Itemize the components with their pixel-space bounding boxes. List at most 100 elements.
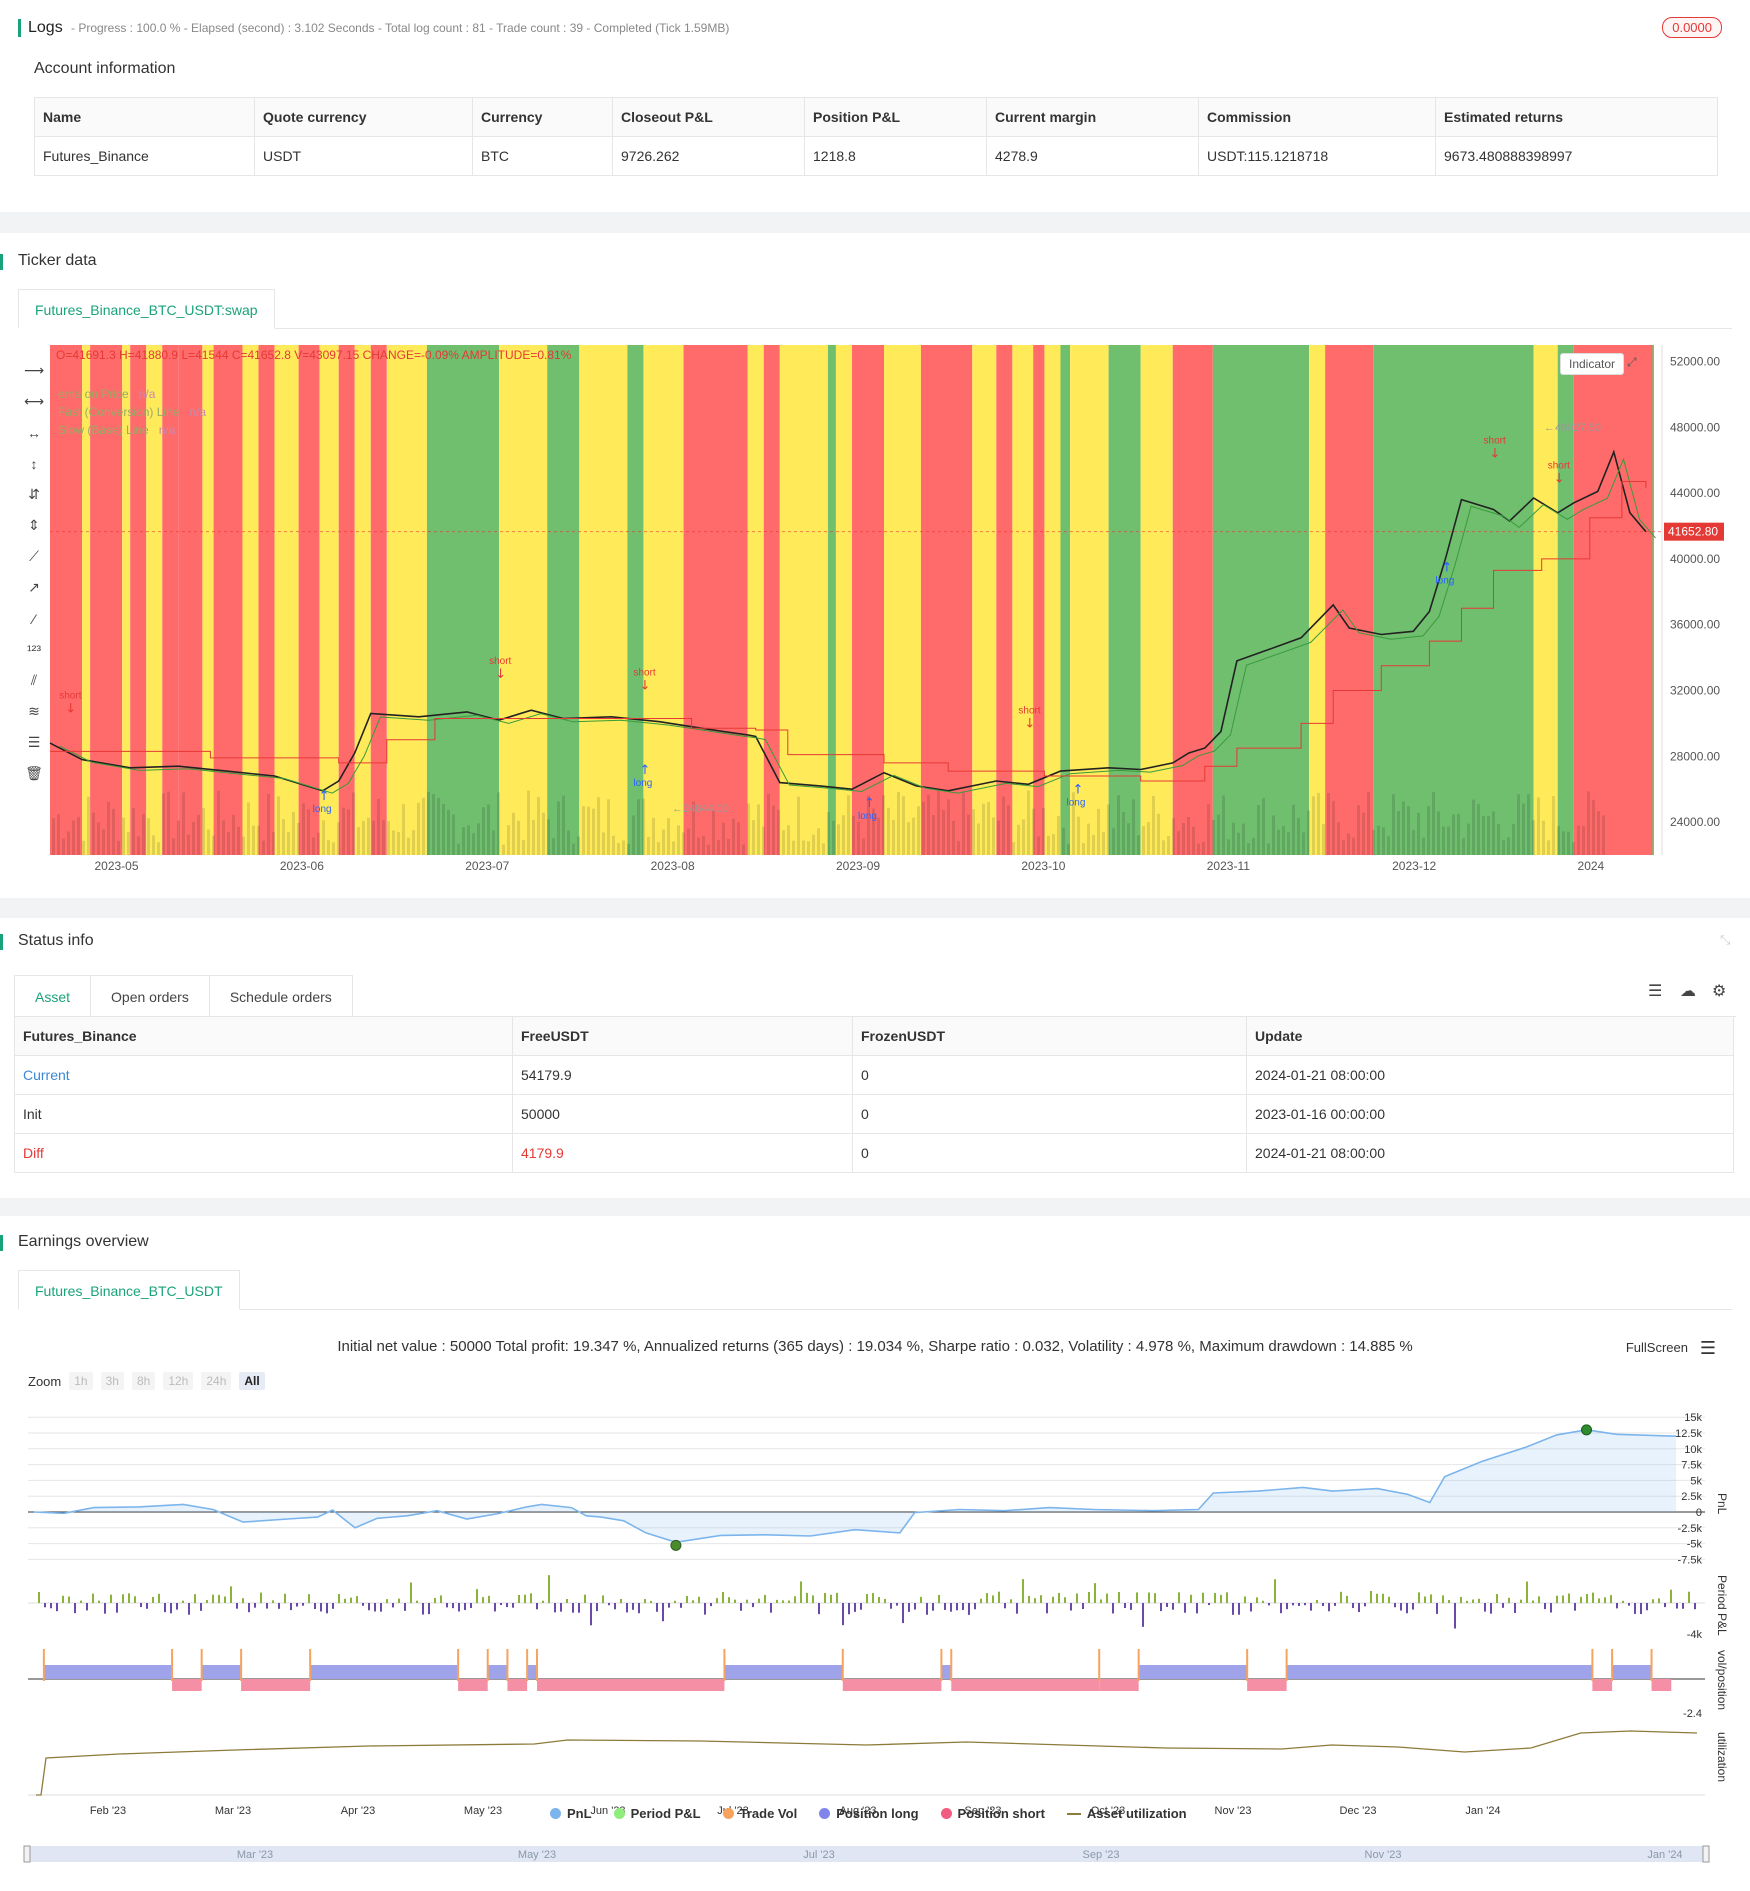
volume-bar [727, 839, 730, 855]
legend-dot [550, 1808, 561, 1819]
volume-bar [87, 796, 90, 855]
legend-trade-vol[interactable]: Trade Vol [722, 1806, 798, 1821]
volume-bar [1007, 805, 1010, 855]
kline-chart[interactable]: 52000.00 48000.00 44000.00 40000.00 36000.00… [0, 0, 1750, 900]
legend-position-long[interactable]: Position long [819, 1806, 919, 1821]
volume-bar [1177, 831, 1180, 855]
x-tick-label: 2023-06 [280, 859, 324, 873]
tab-open-orders[interactable]: Open orders [91, 975, 210, 1017]
tab-asset[interactable]: Asset [14, 975, 92, 1017]
volume-bar [407, 837, 410, 855]
volume-bar [447, 809, 450, 855]
volume-bar [1272, 815, 1275, 855]
volume-bar [342, 807, 345, 855]
y-tick-label: 48000.00 [1670, 420, 1720, 434]
volume-bar [1472, 799, 1475, 855]
volume-bar [762, 826, 765, 855]
volume-bar [262, 840, 265, 855]
indicator-button[interactable]: Indicator [1560, 353, 1625, 375]
volume-bar [152, 835, 155, 855]
volume-bar [682, 832, 685, 855]
volume-bar [937, 790, 940, 855]
volume-bar [707, 844, 710, 855]
list-icon[interactable]: ☰ [1648, 981, 1662, 1001]
volume-bar [782, 830, 785, 855]
earnings-symbol-tab[interactable]: Futures_Binance_BTC_USDT [18, 1270, 240, 1310]
menu-icon[interactable]: ☰ [1700, 1338, 1716, 1359]
regime-band-yellow [1070, 345, 1109, 855]
volume-bar [502, 844, 505, 855]
volume-bar [677, 825, 680, 855]
volume-bar [1242, 823, 1245, 855]
table-row: Init 50000 0 2023-01-16 00:00:00 [14, 1094, 1734, 1134]
volume-bar [802, 840, 805, 855]
volume-bar [1067, 843, 1070, 855]
volume-bar [797, 796, 800, 855]
zoom-label: Zoom [28, 1373, 62, 1389]
regime-band-red [1172, 345, 1213, 855]
volume-bar [1227, 839, 1230, 855]
volume-bar [1422, 837, 1425, 855]
volume-bar [582, 806, 585, 855]
arrow-up-icon: ↑ [319, 789, 330, 804]
regime-band-red [370, 345, 387, 855]
zoom-1h-button[interactable]: 1h [69, 1372, 93, 1390]
legend-position-short[interactable]: Position short [940, 1806, 1045, 1821]
cloud-download-icon[interactable]: ☁ [1680, 981, 1696, 1001]
collapse-icon[interactable]: ⤡ [1720, 932, 1730, 948]
legend-pnl[interactable]: PnL [550, 1806, 592, 1821]
y-tick-label: 36000.00 [1670, 618, 1720, 632]
volume-bar [1277, 829, 1280, 855]
volume-bar [202, 808, 205, 855]
gear-icon[interactable]: ⚙ [1712, 981, 1726, 1001]
legend-asset-utilization[interactable]: Asset utilization [1066, 1806, 1187, 1821]
volume-bar [1412, 829, 1415, 855]
volume-bar [662, 829, 665, 855]
regime-band-red [258, 345, 275, 855]
legend-label: Period P&L [630, 1806, 701, 1821]
volume-bar [1337, 822, 1340, 855]
trade-marker-label: long [633, 778, 652, 789]
volume-bar [167, 791, 170, 855]
expand-icon[interactable]: ⤢ [1627, 355, 1637, 370]
volume-bar [377, 798, 380, 855]
volume-bar [737, 822, 740, 855]
zoom-3h-button[interactable]: 3h [100, 1372, 124, 1390]
zoom-24h-button[interactable]: 24h [201, 1372, 232, 1390]
volume-bar [1437, 811, 1440, 855]
legend-dot [819, 1808, 831, 1819]
volume-bar [977, 823, 980, 855]
volume-bar [117, 840, 120, 855]
zoom-8h-button[interactable]: 8h [131, 1372, 156, 1390]
volume-bar [1597, 811, 1600, 855]
legend-dot [722, 1808, 734, 1819]
volume-bar [1102, 832, 1105, 855]
volume-bar [62, 838, 65, 855]
volume-bar [1107, 804, 1110, 855]
volume-bar [1587, 791, 1590, 855]
row-label-diff: Diff [14, 1133, 513, 1173]
volume-bar [357, 827, 360, 855]
volume-bar [907, 822, 910, 855]
volume-bar [607, 799, 610, 855]
zoom-12h-button[interactable]: 12h [163, 1372, 194, 1390]
legend-label: Trade Vol [739, 1806, 798, 1821]
volume-bar [1037, 836, 1040, 855]
fullscreen-button[interactable]: FullScreen [1626, 1340, 1688, 1355]
trade-marker-label: short [489, 656, 511, 667]
volume-bar [312, 837, 315, 855]
y-tick-label: 28000.00 [1670, 749, 1720, 763]
volume-bar [732, 818, 735, 855]
legend-period-pnl[interactable]: Period P&L [613, 1806, 701, 1821]
volume-bar [1247, 843, 1250, 855]
table-cell: 2024-01-21 08:00:00 [1246, 1055, 1734, 1095]
volume-bar [1602, 815, 1605, 855]
tab-schedule-orders[interactable]: Schedule orders [209, 975, 353, 1017]
volume-bar [1252, 838, 1255, 855]
zoom-all-button[interactable]: All [239, 1372, 265, 1390]
volume-bar [1582, 825, 1585, 855]
regime-band-yellow [274, 345, 299, 855]
volume-bar [527, 790, 530, 855]
regime-band-green [1373, 345, 1534, 855]
col-header: FrozenUSDT [852, 1016, 1247, 1056]
